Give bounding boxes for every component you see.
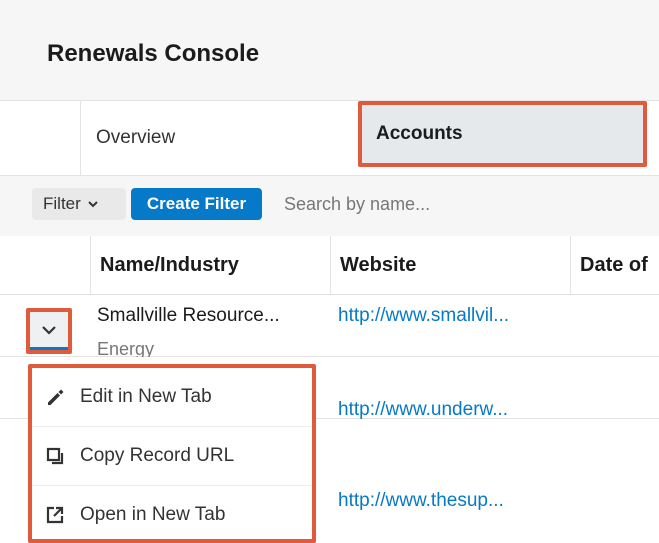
account-website-link[interactable]: http://www.smallvil... bbox=[338, 305, 509, 327]
column-header-website[interactable]: Website bbox=[330, 236, 570, 294]
column-header-date[interactable]: Date of bbox=[570, 236, 659, 294]
chevron-down-icon bbox=[88, 201, 98, 208]
page-title: Renewals Console bbox=[47, 40, 260, 67]
row-actions-toggle-highlight bbox=[26, 308, 72, 354]
column-header-name-industry[interactable]: Name/Industry bbox=[90, 236, 330, 294]
filter-dropdown-label: Filter bbox=[43, 194, 81, 213]
table-header: Name/Industry Website Date of bbox=[0, 236, 659, 295]
row-actions-menu-highlight bbox=[28, 364, 316, 543]
tab-accounts-highlight bbox=[358, 101, 647, 167]
tab-bar-spacer bbox=[0, 101, 81, 175]
create-filter-button[interactable]: Create Filter bbox=[131, 188, 262, 220]
filter-dropdown-button[interactable]: Filter bbox=[32, 188, 126, 220]
account-website-link[interactable]: http://www.underw... bbox=[338, 399, 508, 421]
account-name[interactable]: Smallville Resource... bbox=[97, 305, 280, 327]
console-header: Renewals Console bbox=[0, 0, 659, 101]
account-website-link[interactable]: http://www.thesup... bbox=[338, 490, 504, 512]
tab-overview[interactable]: Overview bbox=[81, 101, 360, 175]
search-input[interactable] bbox=[270, 188, 659, 220]
table-row[interactable]: Smallville Resource... Energy http://www… bbox=[0, 295, 659, 359]
